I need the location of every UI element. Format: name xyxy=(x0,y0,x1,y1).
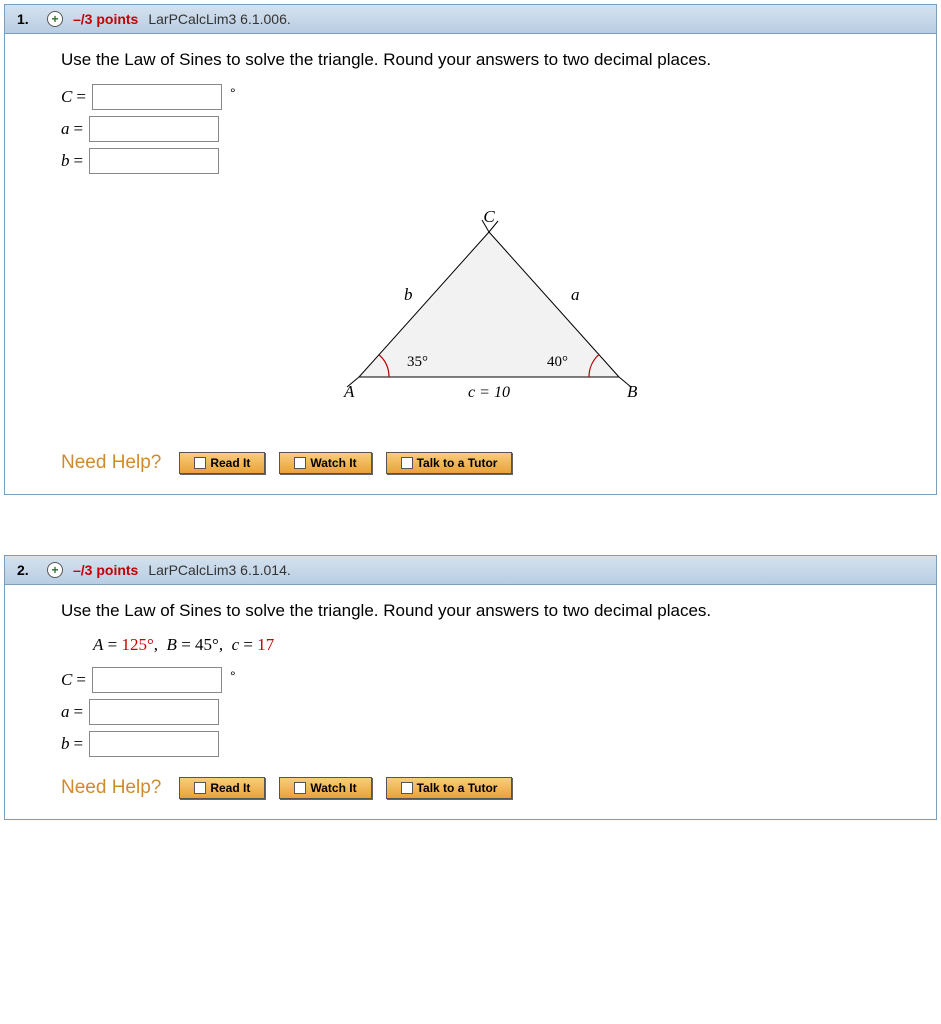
question-body: Use the Law of Sines to solve the triang… xyxy=(5,34,936,494)
question-header: 2. + –/3 points LarPCalcLim3 6.1.014. xyxy=(5,556,936,585)
equals: = xyxy=(76,670,86,690)
equals: = xyxy=(76,87,86,107)
equals: = xyxy=(74,119,84,139)
input-a[interactable] xyxy=(89,699,219,725)
question-header: 1. + –/3 points LarPCalcLim3 6.1.006. xyxy=(5,5,936,34)
input-b[interactable] xyxy=(89,731,219,757)
equals: = xyxy=(74,151,84,171)
degree-symbol: ° xyxy=(230,668,236,684)
read-it-button[interactable]: Read It xyxy=(179,777,265,799)
question-1: 1. + –/3 points LarPCalcLim3 6.1.006. Us… xyxy=(4,4,937,495)
need-help-label: Need Help? xyxy=(61,777,161,799)
watch-it-button[interactable]: Watch It xyxy=(279,452,371,474)
expand-icon[interactable]: + xyxy=(47,562,63,578)
side-b-label: b xyxy=(404,285,413,304)
answer-row-a: a = xyxy=(61,116,916,142)
talk-tutor-button[interactable]: Talk to a Tutor xyxy=(386,777,513,799)
triangle-svg: C A B b a c = 10 35° 40° xyxy=(289,202,689,412)
angle-B-label: 40° xyxy=(547,354,568,370)
read-it-button[interactable]: Read It xyxy=(179,452,265,474)
book-icon xyxy=(194,457,206,469)
input-b[interactable] xyxy=(89,148,219,174)
watch-it-button[interactable]: Watch It xyxy=(279,777,371,799)
equals: = xyxy=(74,734,84,754)
answer-row-b: b = xyxy=(61,148,916,174)
question-prompt: Use the Law of Sines to solve the triang… xyxy=(61,50,916,70)
vertex-C-label: C xyxy=(483,207,495,226)
vertex-B-label: B xyxy=(627,382,638,401)
question-prompt: Use the Law of Sines to solve the triang… xyxy=(61,601,916,621)
triangle-figure: C A B b a c = 10 35° 40° xyxy=(61,202,916,412)
var-a: a xyxy=(61,119,70,139)
question-body: Use the Law of Sines to solve the triang… xyxy=(5,585,936,819)
talk-tutor-button[interactable]: Talk to a Tutor xyxy=(386,452,513,474)
var-C: C xyxy=(61,87,72,107)
help-row: Need Help? Read It Watch It Talk to a Tu… xyxy=(61,452,916,474)
points-label: –/3 points xyxy=(73,11,138,27)
points-label: –/3 points xyxy=(73,562,138,578)
var-a: a xyxy=(61,702,70,722)
question-number: 1. xyxy=(17,11,37,27)
input-a[interactable] xyxy=(89,116,219,142)
answer-row-a: a = xyxy=(61,699,916,725)
chat-icon xyxy=(401,782,413,794)
video-icon xyxy=(294,457,306,469)
help-row: Need Help? Read It Watch It Talk to a Tu… xyxy=(61,777,916,799)
expand-icon[interactable]: + xyxy=(47,11,63,27)
answer-row-C: C = ° xyxy=(61,84,916,110)
question-number: 2. xyxy=(17,562,37,578)
angle-A-label: 35° xyxy=(407,354,428,370)
answer-row-C: C = ° xyxy=(61,667,916,693)
side-c-label: c = 10 xyxy=(468,384,510,401)
degree-symbol: ° xyxy=(230,85,236,101)
equals: = xyxy=(74,702,84,722)
side-a-label: a xyxy=(571,285,580,304)
need-help-label: Need Help? xyxy=(61,452,161,474)
given-values: A = 125°, B = 45°, c = 17 xyxy=(93,635,916,655)
var-b: b xyxy=(61,734,70,754)
source-label: LarPCalcLim3 6.1.014. xyxy=(148,562,290,578)
input-C[interactable] xyxy=(92,84,222,110)
chat-icon xyxy=(401,457,413,469)
source-label: LarPCalcLim3 6.1.006. xyxy=(148,11,290,27)
var-C: C xyxy=(61,670,72,690)
input-C[interactable] xyxy=(92,667,222,693)
video-icon xyxy=(294,782,306,794)
vertex-A-label: A xyxy=(343,382,355,401)
var-b: b xyxy=(61,151,70,171)
answer-row-b: b = xyxy=(61,731,916,757)
question-2: 2. + –/3 points LarPCalcLim3 6.1.014. Us… xyxy=(4,555,937,820)
book-icon xyxy=(194,782,206,794)
